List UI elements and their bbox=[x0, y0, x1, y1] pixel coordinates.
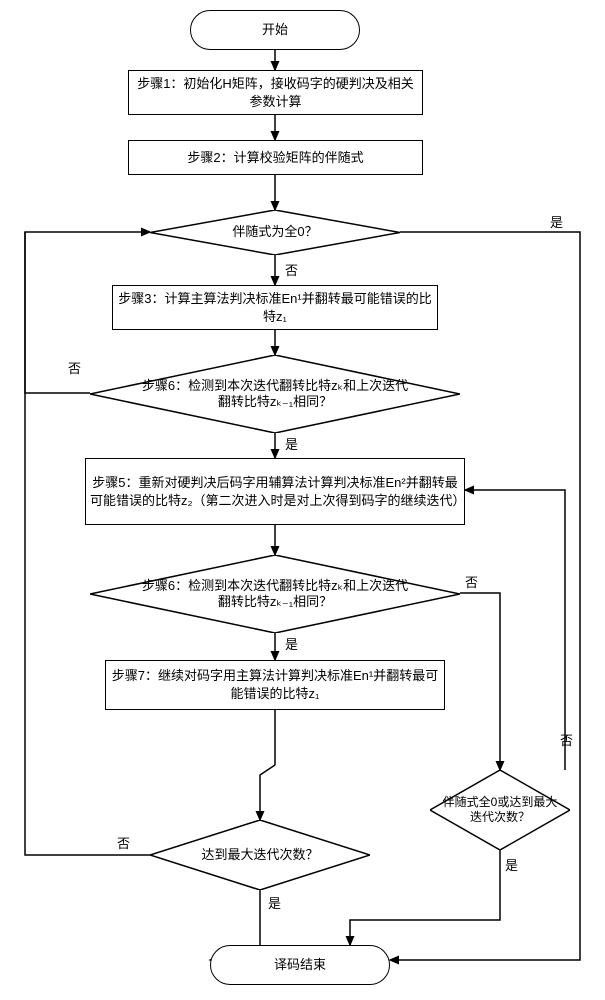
edge-label-yes: 是 bbox=[505, 855, 518, 874]
edge-label-yes: 是 bbox=[550, 212, 563, 231]
edge-label-no: 否 bbox=[560, 730, 573, 749]
process-step7: 步骤7：继续对码字用主算法计算判决标准En¹并翻转最可能错误的比特z₁ bbox=[105, 660, 445, 710]
terminator-end: 译码结束 bbox=[210, 945, 390, 985]
process-step3: 步骤3：计算主算法判决标准En¹并翻转最可能错误的比特z₁ bbox=[112, 285, 438, 330]
decision-step6-b-text: 步骤6：检测到本次迭代翻转比特zₖ和上次迭代翻转比特zₖ₋₁相同？ bbox=[90, 555, 460, 633]
process-step2: 步骤2：计算校验矩阵的伴随式 bbox=[128, 140, 423, 175]
edge-label-no: 否 bbox=[285, 260, 298, 279]
edge-label-yes: 是 bbox=[268, 893, 281, 912]
decision-max-iter-text: 达到最大迭代次数？ bbox=[150, 820, 370, 890]
edge-label-no: 否 bbox=[117, 833, 130, 852]
decision-syndrome-or-max: 伴随式全0或达到最大迭代次数？ bbox=[430, 770, 570, 850]
decision-syndrome-or-max-text: 伴随式全0或达到最大迭代次数？ bbox=[430, 770, 570, 850]
decision-step6-b: 步骤6：检测到本次迭代翻转比特zₖ和上次迭代翻转比特zₖ₋₁相同？ bbox=[90, 555, 460, 633]
decision-syndrome-zero-text: 伴随式为全0？ bbox=[150, 210, 400, 255]
edge-label-yes: 是 bbox=[285, 434, 298, 453]
decision-step6-a-text: 步骤6：检测到本次迭代翻转比特zₖ和上次迭代翻转比特zₖ₋₁相同？ bbox=[90, 355, 460, 433]
edge-label-yes: 是 bbox=[285, 634, 298, 653]
edge-label-no: 否 bbox=[68, 358, 81, 377]
decision-syndrome-zero: 伴随式为全0？ bbox=[150, 210, 400, 255]
edge-label-no: 否 bbox=[465, 572, 478, 591]
process-step5: 步骤5：重新对硬判决后码字用辅算法计算判决标准En²并翻转最可能错误的比特z₂（… bbox=[85, 458, 465, 525]
terminator-start: 开始 bbox=[190, 10, 360, 50]
decision-max-iter: 达到最大迭代次数？ bbox=[150, 820, 370, 890]
decision-step6-a: 步骤6：检测到本次迭代翻转比特zₖ和上次迭代翻转比特zₖ₋₁相同？ bbox=[90, 355, 460, 433]
process-step1: 步骤1：初始化H矩阵，接收码字的硬判决及相关参数计算 bbox=[128, 70, 423, 115]
